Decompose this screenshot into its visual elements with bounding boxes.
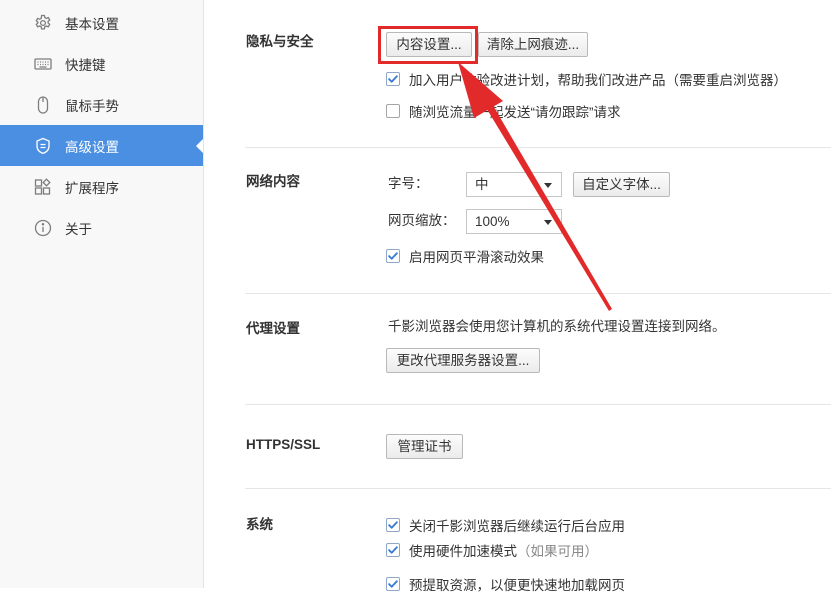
section-divider bbox=[245, 293, 831, 294]
chevron-down-icon bbox=[544, 183, 552, 188]
ux-improvement-checkbox-row[interactable]: 加入用户体验改进计划，帮助我们改进产品（需要重启浏览器） bbox=[386, 69, 787, 89]
page-zoom-value: 100% bbox=[475, 214, 510, 229]
settings-content: 隐私与安全 内容设置... 清除上网痕迹... 加入用户体验改进计划，帮助我们改… bbox=[0, 0, 831, 593]
hardware-acceleration-checkbox[interactable] bbox=[386, 543, 400, 557]
smooth-scroll-label: 启用网页平滑滚动效果 bbox=[409, 250, 544, 265]
privacy-section-title: 隐私与安全 bbox=[246, 34, 314, 49]
check-icon bbox=[388, 546, 398, 554]
proxy-section-title: 代理设置 bbox=[246, 321, 300, 336]
hardware-acceleration-note: （如果可用） bbox=[517, 544, 598, 559]
clear-browsing-data-button[interactable]: 清除上网痕迹... bbox=[478, 32, 588, 57]
check-icon bbox=[388, 521, 398, 529]
https-section-title: HTTPS/SSL bbox=[246, 437, 321, 452]
check-icon bbox=[388, 75, 398, 83]
section-divider bbox=[245, 488, 831, 489]
manage-certificates-button[interactable]: 管理证书 bbox=[386, 434, 463, 459]
background-apps-label: 关闭千影浏览器后继续运行后台应用 bbox=[409, 519, 625, 534]
prefetch-checkbox[interactable] bbox=[386, 577, 400, 591]
change-proxy-settings-button[interactable]: 更改代理服务器设置... bbox=[386, 348, 540, 373]
font-size-select[interactable]: 中 bbox=[466, 172, 562, 197]
section-divider bbox=[245, 404, 831, 405]
ux-improvement-checkbox[interactable] bbox=[386, 72, 400, 86]
prefetch-checkbox-row[interactable]: 预提取资源，以便更快速地加载网页 bbox=[386, 574, 625, 594]
background-apps-checkbox-row[interactable]: 关闭千影浏览器后继续运行后台应用 bbox=[386, 515, 625, 535]
page-zoom-select[interactable]: 100% bbox=[466, 209, 562, 234]
hardware-acceleration-checkbox-row[interactable]: 使用硬件加速模式 （如果可用） bbox=[386, 540, 598, 560]
smooth-scroll-checkbox-row[interactable]: 启用网页平滑滚动效果 bbox=[386, 246, 544, 266]
do-not-track-checkbox-row[interactable]: 随浏览流量一起发送“请勿跟踪”请求 bbox=[386, 101, 621, 121]
custom-fonts-button[interactable]: 自定义字体... bbox=[573, 172, 670, 197]
check-icon bbox=[388, 252, 398, 260]
section-divider bbox=[245, 147, 831, 148]
page-zoom-label: 网页缩放： bbox=[388, 213, 456, 228]
chevron-down-icon bbox=[544, 220, 552, 225]
background-apps-checkbox[interactable] bbox=[386, 518, 400, 532]
web-content-section-title: 网络内容 bbox=[246, 174, 300, 189]
font-size-value: 中 bbox=[475, 177, 489, 192]
prefetch-label: 预提取资源，以便更快速地加载网页 bbox=[409, 578, 625, 593]
ux-improvement-label: 加入用户体验改进计划，帮助我们改进产品（需要重启浏览器） bbox=[409, 73, 787, 88]
do-not-track-checkbox[interactable] bbox=[386, 104, 400, 118]
check-icon bbox=[388, 580, 398, 588]
smooth-scroll-checkbox[interactable] bbox=[386, 249, 400, 263]
do-not-track-label: 随浏览流量一起发送“请勿跟踪”请求 bbox=[409, 105, 621, 120]
content-settings-button[interactable]: 内容设置... bbox=[386, 32, 472, 57]
system-section-title: 系统 bbox=[246, 517, 273, 532]
proxy-description: 千影浏览器会使用您计算机的系统代理设置连接到网络。 bbox=[388, 319, 726, 334]
hardware-acceleration-label: 使用硬件加速模式 bbox=[409, 544, 517, 559]
font-size-label: 字号： bbox=[388, 176, 429, 191]
